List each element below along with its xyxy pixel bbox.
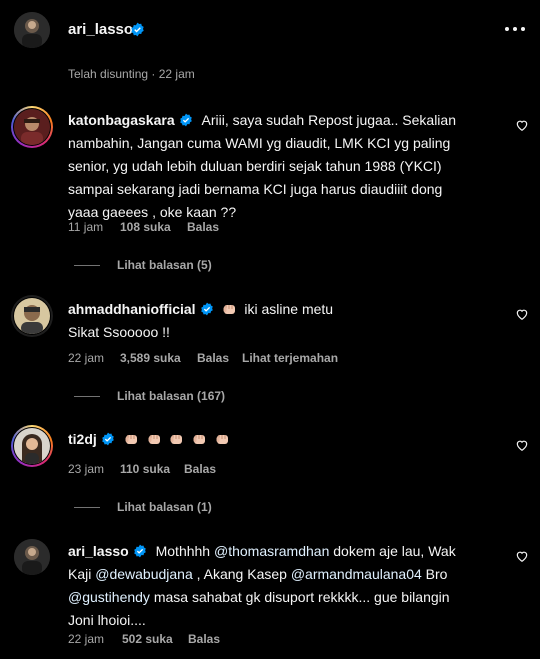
verified-badge-icon [179,113,192,127]
comment-likes[interactable]: 110 suka [120,462,170,476]
header-avatar[interactable] [14,12,50,48]
heart-icon[interactable] [515,438,529,452]
verified-badge-icon [102,432,114,446]
reply-button[interactable]: Balas [188,632,220,646]
comment-text-line: sampai sekarang jadi bernama KCI juga ha… [68,181,443,197]
comment-avatar[interactable] [11,425,53,467]
comment-likes[interactable]: 3,589 suka [120,351,181,365]
comment-body: ahmaddhaniofficial iki asline metu Sikat… [68,298,488,344]
mention-link[interactable]: @thomasramdhan [214,543,329,559]
reply-button[interactable]: Balas [187,220,219,234]
replies-divider [74,396,100,397]
fist-emoji-icon [125,431,138,447]
comment-body: katonbagaskara Ariii, saya sudah Repost … [68,109,488,224]
comment-text-line: Joni lhoioi.... [68,612,146,628]
comment-time: 11 jam [68,220,104,234]
mention-link[interactable]: @armandmaulana04 [291,566,422,582]
header-username[interactable]: ari_lasso [68,21,133,38]
comment-avatar[interactable] [14,539,50,575]
comment-text-line: Ariii, saya sudah Repost jugaa.. Sekalia… [201,112,456,128]
comment-username[interactable]: ahmaddhaniofficial [68,301,196,317]
verified-badge-icon [133,544,146,558]
heart-icon[interactable] [515,307,529,321]
comment-username[interactable]: ti2dj [68,431,97,447]
comment-time: 22 jam [68,632,105,646]
comment-username[interactable]: katonbagaskara [68,112,175,128]
fist-emoji-icon [193,431,206,447]
comment-body: ari_lasso Mothhhh @thomasramdhan dokem a… [68,540,508,632]
fist-emoji-icon [148,431,161,447]
comment-time: 23 jam [68,462,105,476]
edited-timestamp: Telah disunting · 22 jam [68,67,195,81]
mention-link[interactable]: @gustihendy [68,589,150,605]
view-replies-link[interactable]: Lihat balasan (167) [117,389,225,403]
replies-divider [74,265,100,266]
comment-avatar[interactable] [11,106,53,148]
comment-text-line: Sikat Ssooooo !! [68,324,170,340]
comment-time: 22 jam [68,351,105,365]
comment-text: iki asline metu [244,301,334,317]
view-replies-link[interactable]: Lihat balasan (5) [117,258,212,272]
translate-link[interactable]: Lihat terjemahan [242,351,338,365]
more-horizontal-icon[interactable] [504,22,526,36]
fist-emoji-icon [170,431,183,447]
verified-badge-icon [200,302,213,316]
comment-likes[interactable]: 108 suka [120,220,171,234]
comment-body: ti2dj [68,428,488,451]
verified-badge-icon [131,22,144,37]
comment-text: Mothhhh [155,543,214,559]
comment-text: Bro [421,566,448,582]
view-replies-link[interactable]: Lihat balasan (1) [117,500,212,514]
fist-emoji-icon [223,301,240,317]
comment-text-line: nambahin, Jangan cuma WAMI yg diaudit, L… [68,135,451,151]
comment-text: masa sahabat gk disuport rekkkk... gue b… [149,589,450,605]
comment-text: Kaji [68,566,96,582]
comment-username[interactable]: ari_lasso [68,543,129,559]
comment-likes[interactable]: 502 suka [122,632,173,646]
comment-text: dokem aje lau, Wak [329,543,456,559]
comment-text: , Akang Kasep [192,566,291,582]
reply-button[interactable]: Balas [184,462,216,476]
heart-icon[interactable] [515,118,529,132]
fist-emoji-icon [216,431,229,447]
reply-button[interactable]: Balas [197,351,229,365]
replies-divider [74,507,100,508]
heart-icon[interactable] [515,549,529,563]
mention-link[interactable]: @dewabudjana [95,566,193,582]
comment-text-line: senior, yg udah lebih duluan berdiri sej… [68,158,442,174]
comment-avatar[interactable] [11,295,53,337]
